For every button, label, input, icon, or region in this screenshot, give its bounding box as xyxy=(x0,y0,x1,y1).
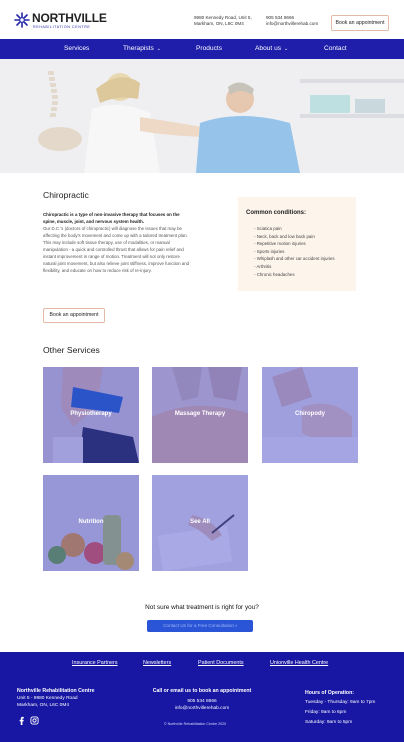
conditions-title: Common conditions: xyxy=(246,210,306,216)
contact-us-button[interactable]: Contact Us for a Free Consultation › xyxy=(147,620,253,632)
footer-address-line1: Unit 5 - 9980 Kennedy Road xyxy=(17,696,78,701)
footer-address-block: Northville Rehabilitation Centre Unit 5 … xyxy=(17,688,95,709)
instagram-icon[interactable] xyxy=(30,716,39,725)
logo-tagline: REHABILITATION CENTRE xyxy=(33,25,91,29)
common-conditions-card: Common conditions: Sciatica pain Neck, b… xyxy=(238,197,356,291)
tile-label: See All xyxy=(190,519,210,525)
header-address: 9980 Kennedy Road, Unit 5, Markham, ON, … xyxy=(194,15,252,27)
list-item: Sports injuries xyxy=(254,248,335,256)
footer-link-insurance-partners[interactable]: Insurance Partners xyxy=(72,660,118,666)
logo-star-icon xyxy=(14,12,30,28)
tile-label: Nutrition xyxy=(78,519,104,525)
footer-link-newsletters[interactable]: Newsletters xyxy=(143,660,171,666)
chiropractic-description: Chiropractic is a type of non-invasive t… xyxy=(43,211,193,274)
service-tile-nutrition[interactable]: Nutrition xyxy=(43,475,139,571)
arrow-right-icon: › xyxy=(235,623,237,628)
footer-centre-name: Northville Rehabilitation Centre xyxy=(17,688,95,694)
nav-item-label: Products xyxy=(196,45,223,52)
chiropractic-title: Chiropractic xyxy=(43,190,89,200)
footer-address-line2: Markham, ON, L6C 0M4 xyxy=(17,703,69,708)
footer-call-heading: Call or email us to book an appointment xyxy=(152,688,252,694)
site-header: NORTHVILLE REHABILITATION CENTRE 9980 Ke… xyxy=(0,0,404,38)
header-contact: 905 534 8666 info@northvillerehab.com xyxy=(266,15,318,27)
logo-wordmark: NORTHVILLE xyxy=(32,11,107,25)
list-item: Sciatica pain xyxy=(254,225,335,233)
list-item: Neck, back and low back pain xyxy=(254,233,335,241)
service-tile-massage-therapy[interactable]: Massage Therapy xyxy=(152,367,248,463)
footer-hours-block: Hours of Operation: Tuesday - Thursday: … xyxy=(305,688,375,728)
footer-hours-line: Tuesday - Thursday: 9am to 7pm xyxy=(305,700,376,705)
nav-item-label: Services xyxy=(64,45,90,52)
chevron-down-icon: ⌄ xyxy=(156,46,161,52)
nav-item-contact[interactable]: Contact xyxy=(324,39,347,59)
nav-item-label: Contact xyxy=(324,45,347,52)
nav-item-therapists[interactable]: Therapists ⌄ xyxy=(123,39,161,59)
chevron-down-icon: ⌄ xyxy=(284,46,289,52)
nav-item-label: About us xyxy=(255,45,282,52)
chiropractic-body: Our D.C.'s (doctors of chiropractic) wil… xyxy=(43,226,190,273)
header-email[interactable]: info@northvillerehab.com xyxy=(266,21,318,27)
tile-label: Physiotherapy xyxy=(70,411,112,417)
tile-label: Chiropody xyxy=(295,411,325,417)
book-appointment-button[interactable]: Book an appointment xyxy=(43,308,105,323)
footer-link-unionville-health-centre[interactable]: Unionville Health Centre xyxy=(270,660,328,666)
chiropractic-lead: Chiropractic is a type of non-invasive t… xyxy=(43,212,180,224)
hero-photo xyxy=(0,59,404,173)
nav-item-products[interactable]: Products xyxy=(196,39,222,59)
footer-hours-heading: Hours of Operation: xyxy=(305,690,354,696)
list-item: Repetitive motion injuries xyxy=(254,240,335,248)
nav-item-about-us[interactable]: About us ⌄ xyxy=(255,39,288,59)
copyright: © Northville Rehabilitation Centre 2020 xyxy=(164,722,227,726)
service-tile-chiropody[interactable]: Chiropody xyxy=(262,367,358,463)
list-item: Chronic headaches xyxy=(254,271,335,279)
footer-phone[interactable]: 905 534 8666 xyxy=(150,698,254,705)
list-item: Whiplash and other car accident injuries xyxy=(254,255,335,263)
footer-email[interactable]: info@northvillerehab.com xyxy=(150,705,254,712)
other-services-title: Other Services xyxy=(43,345,100,355)
tile-label: Massage Therapy xyxy=(174,411,226,417)
list-item: Arthritis xyxy=(254,263,335,271)
facebook-icon[interactable] xyxy=(17,716,26,725)
nav-item-label: Therapists xyxy=(123,45,154,52)
footer-hours-line: Saturday: 9am to 5pm xyxy=(305,720,353,725)
site-footer: Insurance Partners Newsletters Patient D… xyxy=(0,652,404,742)
footer-link-patient-documents[interactable]: Patient Documents xyxy=(198,660,244,666)
logo[interactable]: NORTHVILLE REHABILITATION CENTRE xyxy=(14,11,114,31)
nav-item-services[interactable]: Services xyxy=(64,39,89,59)
service-tile-physiotherapy[interactable]: Physiotherapy xyxy=(43,367,139,463)
cta-question: Not sure what treatment is right for you… xyxy=(145,604,259,611)
contact-us-button-label: Contact Us for a Free Consultation xyxy=(163,623,234,628)
service-tile-see-all[interactable]: See All xyxy=(152,475,248,571)
hero-image xyxy=(0,59,404,173)
conditions-list: Sciatica pain Neck, back and low back pa… xyxy=(254,225,335,279)
header-address-line2: Markham, ON, L6C 0M4 xyxy=(194,21,244,26)
footer-hours-line: Friday: 9am to 6pm xyxy=(305,710,347,715)
main-nav: Services Therapists ⌄ Products About us ⌄ … xyxy=(0,39,404,59)
book-appointment-button[interactable]: Book an appointment xyxy=(331,15,389,31)
footer-contact-block: Call or email us to book an appointment … xyxy=(150,688,254,712)
